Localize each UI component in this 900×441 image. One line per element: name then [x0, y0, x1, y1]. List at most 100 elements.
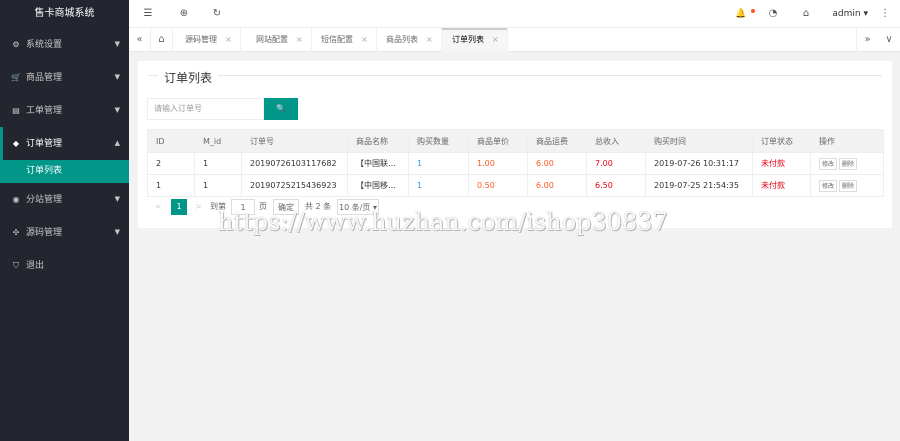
tab-site-config[interactable]: 网站配置 × [246, 28, 312, 52]
cell-mid: 1 [194, 152, 242, 175]
gear-icon: ⚙ [12, 40, 20, 49]
order-icon: ◆ [12, 139, 20, 148]
menu-toggle-icon[interactable]: ☰ [139, 0, 157, 28]
page-next-button[interactable]: > [195, 199, 202, 215]
col-id[interactable]: ID [147, 129, 195, 153]
delete-button[interactable]: 删除 [839, 157, 858, 170]
close-icon[interactable]: × [361, 35, 368, 44]
sidebar-item-label: 退出 [26, 261, 45, 271]
sidebar: 售卡商城系统 ⚙ 系统设置 ▼ 🛒 商品管理 ▼ ▤ 工单管理 ▼ ◆ 订单管理 ▲ 订… [0, 0, 129, 441]
table-row: 2 1 20190726103117682 【中国联… 1 1.00 6.00 … [147, 152, 884, 175]
order-table: ID M_id 订单号 商品名称 购买数量 商品单价 商品运费 总收入 购买时间… [147, 129, 884, 197]
cell-id: 2 [147, 152, 195, 175]
cell-freight: 6.00 [527, 152, 587, 175]
chevron-down-icon: ▼ [114, 73, 120, 81]
shield-icon: ⛉ [13, 261, 19, 270]
sidebar-item-label: 系统设置 [26, 40, 63, 50]
order-search-input[interactable]: 请输入订单号 [147, 98, 264, 120]
close-icon[interactable]: × [426, 35, 433, 44]
tab-product-list[interactable]: 商品列表 × [376, 28, 442, 52]
sidebar-item-tickets[interactable]: ▤ 工单管理 ▼ [0, 94, 129, 127]
col-product-name[interactable]: 商品名称 [347, 129, 409, 153]
cell-unit-price: 1.00 [468, 152, 528, 175]
edit-button[interactable]: 修改 [819, 179, 838, 192]
app-title: 售卡商城系统 [0, 0, 129, 28]
refresh-icon[interactable]: ↻ [208, 0, 226, 28]
globe-icon[interactable]: ⊕ [175, 0, 193, 28]
page-prev-button[interactable]: < [155, 199, 162, 215]
page-current[interactable]: 1 [171, 199, 187, 215]
tab-next-icon[interactable]: » [856, 28, 878, 52]
col-actions: 操作 [810, 129, 884, 153]
more-icon[interactable]: ⋮ [876, 0, 894, 28]
tag-icon[interactable]: ⌂ [797, 0, 815, 28]
sidebar-item-label: 商品管理 [26, 73, 63, 83]
col-mid[interactable]: M_id [194, 129, 242, 153]
page-title: 订单列表 [158, 69, 219, 86]
col-purchase-time[interactable]: 购买时间 [645, 129, 753, 153]
chevron-down-icon: ▼ [114, 40, 120, 48]
delete-button[interactable]: 删除 [839, 179, 858, 192]
cell-freight: 6.00 [527, 174, 587, 197]
chevron-down-icon[interactable]: ∨ [878, 28, 900, 52]
tab-label: 网站配置 [256, 35, 288, 44]
col-unit-price[interactable]: 商品单价 [468, 129, 528, 153]
chevron-down-icon: ▼ [114, 106, 120, 114]
table-row: 1 1 20190725215436923 【中国移… 1 0.50 6.00 … [147, 174, 884, 197]
search-button[interactable]: 🔍 [264, 98, 298, 120]
cell-status: 未付款 [752, 152, 811, 175]
col-freight[interactable]: 商品运费 [527, 129, 587, 153]
globe-icon: ◉ [12, 195, 20, 204]
cell-unit-price: 0.50 [468, 174, 528, 197]
sidebar-item-label: 订单管理 [26, 139, 63, 149]
cell-quantity: 1 [408, 174, 469, 197]
user-menu[interactable]: admin ▾ [832, 0, 868, 28]
sidebar-item-products[interactable]: 🛒 商品管理 ▼ [0, 61, 129, 94]
cell-quantity: 1 [408, 152, 469, 175]
close-icon[interactable]: × [296, 35, 303, 44]
bell-icon[interactable]: 🔔 [732, 0, 750, 28]
table-header-row: ID M_id 订单号 商品名称 购买数量 商品单价 商品运费 总收入 购买时间… [147, 129, 884, 153]
cell-mid: 1 [194, 174, 242, 197]
code-icon: ✣ [12, 228, 20, 237]
sidebar-item-logout[interactable]: ⛉ 退出 [0, 249, 129, 282]
sidebar-item-substations[interactable]: ◉ 分站管理 ▼ [0, 183, 129, 216]
watermark: https://www.huzhan.com/ishop30837 [218, 208, 668, 236]
tab-sms-config[interactable]: 短信配置 × [311, 28, 377, 52]
tab-prev-icon[interactable]: « [129, 28, 151, 52]
col-quantity[interactable]: 购买数量 [408, 129, 469, 153]
cell-id: 1 [147, 174, 195, 197]
home-icon[interactable]: ⌂ [151, 28, 173, 52]
cell-actions: 修改 删除 [810, 174, 884, 197]
cell-actions: 修改 删除 [810, 152, 884, 175]
close-icon[interactable]: × [492, 35, 499, 44]
notification-dot [751, 9, 755, 13]
theme-icon[interactable]: ◔ [764, 0, 782, 28]
order-list-card: 订单列表 请输入订单号 🔍 ID M_id 订单号 商品名称 购买数量 商品单价… [138, 61, 892, 228]
sidebar-item-label: 分站管理 [26, 195, 63, 205]
chevron-down-icon: ▼ [114, 195, 120, 203]
close-icon[interactable]: × [225, 35, 232, 44]
edit-button[interactable]: 修改 [819, 157, 838, 170]
tab-label: 短信配置 [321, 35, 353, 44]
cell-total: 6.50 [586, 174, 646, 197]
cart-icon: 🛒 [11, 73, 21, 82]
cell-purchase-time: 2019-07-25 21:54:35 [645, 174, 753, 197]
tab-source-code[interactable]: 源码管理 × [175, 28, 241, 52]
tab-label: 源码管理 [185, 35, 217, 44]
col-total[interactable]: 总收入 [586, 129, 646, 153]
col-status[interactable]: 订单状态 [752, 129, 811, 153]
cell-order-no: 20190726103117682 [241, 152, 348, 175]
cell-product-name: 【中国联… [347, 152, 409, 175]
search-icon: 🔍 [276, 104, 286, 113]
sidebar-item-orders[interactable]: ◆ 订单管理 ▲ [0, 127, 129, 160]
top-header: ☰ ⊕ ↻ 🔔 ◔ ⌂ admin ▾ ⋮ [129, 0, 900, 28]
tab-label: 订单列表 [452, 35, 484, 44]
cell-order-no: 20190725215436923 [241, 174, 348, 197]
sidebar-item-system-settings[interactable]: ⚙ 系统设置 ▼ [0, 28, 129, 61]
tab-order-list[interactable]: 订单列表 × [442, 28, 508, 52]
sidebar-subitem-order-list[interactable]: 订单列表 [0, 160, 129, 183]
sidebar-item-source-code[interactable]: ✣ 源码管理 ▼ [0, 216, 129, 249]
chevron-up-icon: ▲ [114, 139, 120, 147]
col-order-no[interactable]: 订单号 [241, 129, 348, 153]
